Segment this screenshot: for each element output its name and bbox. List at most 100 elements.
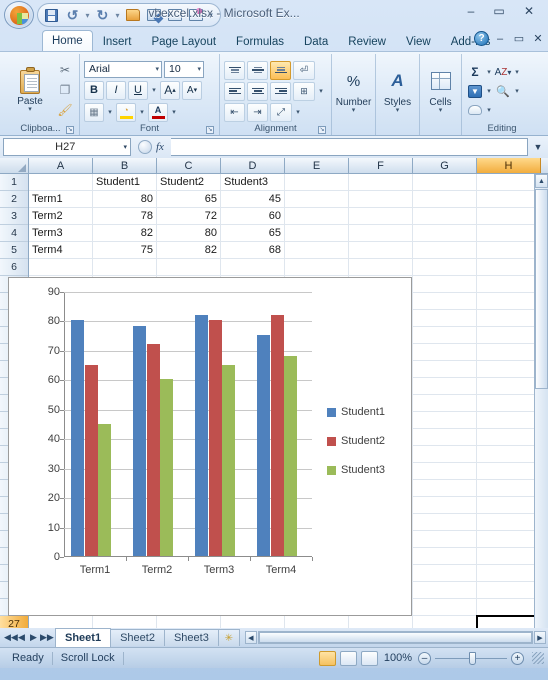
cell-H22[interactable] [477,531,541,548]
cell-H24[interactable] [477,565,541,582]
cell-G21[interactable] [413,514,477,531]
cell-H1[interactable] [477,174,541,191]
row-header-27[interactable]: 27 [0,616,28,628]
orientation-caret[interactable]: ▾ [294,108,302,116]
zoom-out-button[interactable]: – [418,651,431,665]
chart-bar[interactable] [284,355,297,556]
vertical-scrollbar[interactable]: ▲ [534,174,548,628]
horizontal-scrollbar[interactable]: ◀ ▶ [244,630,546,645]
cell-B1[interactable]: Student1 [93,174,157,191]
cell-H6[interactable] [477,259,541,276]
page-layout-view-button[interactable] [339,650,357,666]
number-caret[interactable]: ▾ [352,107,356,114]
chart-bar[interactable] [270,314,284,556]
cell-B5[interactable]: 75 [93,242,157,259]
column-header-f[interactable]: F [349,158,413,173]
styles-button[interactable]: A Styles ▾ [380,66,415,114]
merge-center-caret[interactable]: ▾ [317,87,325,95]
underline-button[interactable]: U [128,80,148,100]
restore-window-button[interactable]: ▭ [511,31,527,46]
cell-C27[interactable] [157,616,221,628]
cell-F4[interactable] [349,225,413,242]
cell-C1[interactable]: Student2 [157,174,221,191]
font-color-button[interactable]: A [148,102,168,122]
cell-D4[interactable]: 65 [221,225,285,242]
chart-legend-item[interactable]: Student2 [327,435,385,447]
fill-color-caret[interactable]: ▾ [138,108,146,116]
clipboard-dialog-launcher[interactable]: ↘ [66,126,74,134]
cut-button[interactable]: ✂ [56,61,74,79]
styles-caret[interactable]: ▾ [396,107,400,114]
close-workbook-button[interactable]: ✕ [530,31,546,46]
cell-G5[interactable] [413,242,477,259]
chart-bar[interactable] [257,335,270,556]
shrink-font-button[interactable]: A ▾ [182,80,202,100]
cell-A5[interactable]: Term4 [29,242,93,259]
cell-H4[interactable] [477,225,541,242]
cell-F2[interactable] [349,191,413,208]
cell-H23[interactable] [477,548,541,565]
cell-F6[interactable] [349,259,413,276]
cell-D1[interactable]: Student3 [221,174,285,191]
align-left-button[interactable] [224,81,245,101]
chart-legend-item[interactable]: Student1 [327,406,385,418]
formula-input[interactable] [170,138,528,156]
cell-A27[interactable] [29,616,93,628]
help-icon[interactable]: ? [474,31,489,46]
cell-H13[interactable] [477,378,541,395]
cell-G25[interactable] [413,582,477,599]
chart-bar[interactable] [222,364,235,556]
cell-A6[interactable] [29,259,93,276]
hscroll-left-button[interactable]: ◀ [244,631,257,644]
zoom-slider-track[interactable] [435,651,507,665]
tab-page-layout[interactable]: Page Layout [141,32,226,51]
tab-insert[interactable]: Insert [93,32,142,51]
cell-A4[interactable]: Term3 [29,225,93,242]
zoom-in-button[interactable]: + [511,651,524,665]
name-box-caret[interactable]: ▾ [123,143,127,151]
sheet-nav-prev[interactable]: ◀ [16,632,27,643]
cell-F1[interactable] [349,174,413,191]
cell-H25[interactable] [477,582,541,599]
cell-H14[interactable] [477,395,541,412]
underline-caret[interactable]: ▾ [150,86,158,94]
cell-G24[interactable] [413,565,477,582]
cell-G12[interactable] [413,361,477,378]
close-button[interactable]: ✕ [514,2,544,20]
column-header-c[interactable]: C [157,158,221,173]
restore-button[interactable]: ▭ [486,2,512,20]
insert-worksheet-button[interactable]: ✳ [217,629,240,646]
sheet-nav-last[interactable]: ▶▶ [40,632,54,643]
font-size-caret[interactable]: ▾ [194,65,201,73]
grow-font-button[interactable]: A ▴ [160,80,180,100]
align-top-button[interactable] [224,60,245,80]
tab-data[interactable]: Data [294,32,338,51]
insert-function-button[interactable]: fx [156,141,164,153]
copy-button[interactable]: ❐ [56,81,74,99]
cell-B3[interactable]: 78 [93,208,157,225]
cell-E6[interactable] [285,259,349,276]
cell-F5[interactable] [349,242,413,259]
find-select-button[interactable]: 🔍 [494,83,512,100]
formula-toggle-button[interactable] [138,140,152,154]
cell-H10[interactable] [477,327,541,344]
cell-B27[interactable] [93,616,157,628]
row-header-5[interactable]: 5 [0,242,28,259]
sheet-tab-sheet2[interactable]: Sheet2 [110,629,165,646]
autosum-caret[interactable]: ▾ [485,68,493,76]
cell-H21[interactable] [477,514,541,531]
cell-D5[interactable]: 68 [221,242,285,259]
hscroll-right-button[interactable]: ▶ [534,631,546,644]
cell-C5[interactable]: 82 [157,242,221,259]
minimize-button[interactable]: – [458,2,484,20]
chart-bar[interactable] [133,326,146,556]
cell-B2[interactable]: 80 [93,191,157,208]
cell-C4[interactable]: 80 [157,225,221,242]
chart-bar[interactable] [208,320,222,556]
cell-H8[interactable] [477,293,541,310]
column-header-b[interactable]: B [93,158,157,173]
paste-caret[interactable]: ▾ [28,106,32,113]
cell-G10[interactable] [413,327,477,344]
merge-center-button[interactable]: ⊞ [293,81,315,101]
chart-bar[interactable] [98,423,111,556]
